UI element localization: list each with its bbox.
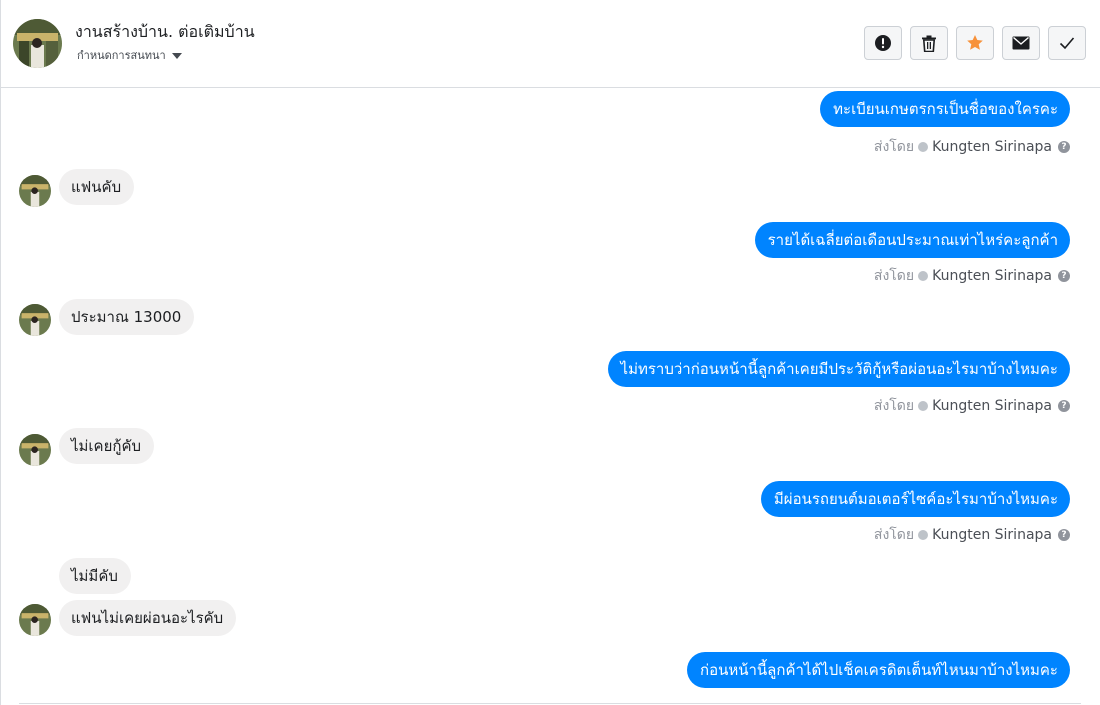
incoming-message[interactable]: แฟนคับ (59, 169, 135, 205)
sent-by-label: ส่งโดย Kungten Sirinapa ? (874, 524, 1070, 546)
star-button[interactable] (956, 26, 994, 60)
help-icon[interactable]: ? (1058, 529, 1070, 541)
page-avatar[interactable] (13, 19, 62, 68)
sender-name[interactable]: Kungten Sirinapa (932, 139, 1052, 155)
check-icon (1059, 37, 1075, 50)
verified-icon (918, 271, 929, 281)
help-icon[interactable]: ? (1058, 141, 1070, 153)
help-icon[interactable]: ? (1058, 400, 1070, 412)
header-actions (864, 26, 1086, 60)
star-icon (967, 35, 983, 50)
contact-avatar[interactable] (19, 175, 51, 207)
schedule-label: กำหนดการสนทนา (77, 49, 166, 62)
conversation-title: งานสร้างบ้าน. ต่อเติมบ้าน (75, 22, 255, 41)
outgoing-message[interactable]: รายได้เฉลี่ยต่อเดือนประมาณเท่าไหร่คะลูกค… (754, 222, 1070, 258)
composer-divider (19, 703, 1081, 704)
trash-icon (922, 35, 936, 52)
verified-icon (918, 401, 929, 411)
incoming-message[interactable]: แฟนไม่เคยผ่อนอะไรคับ (59, 600, 237, 636)
verified-icon (918, 142, 929, 152)
schedule-dropdown[interactable]: กำหนดการสนทนา (77, 46, 182, 64)
report-spam-button[interactable] (864, 26, 902, 60)
delete-button[interactable] (910, 26, 948, 60)
panel-border (0, 0, 1, 705)
sent-by-prefix: ส่งโดย (873, 268, 915, 284)
caret-down-icon (171, 52, 182, 59)
sent-by-prefix: ส่งโดย (873, 398, 915, 414)
sender-name[interactable]: Kungten Sirinapa (932, 527, 1052, 543)
incoming-message[interactable]: ไม่มีคับ (59, 558, 131, 594)
sent-by-label: ส่งโดย Kungten Sirinapa ? (874, 136, 1070, 158)
sent-by-prefix: ส่งโดย (873, 139, 915, 155)
sent-by-label: ส่งโดย Kungten Sirinapa ? (874, 395, 1070, 417)
conversation-header: งานสร้างบ้าน. ต่อเติมบ้าน กำหนดการสนทนา (1, 0, 1100, 88)
help-icon[interactable]: ? (1058, 270, 1070, 282)
sent-by-prefix: ส่งโดย (873, 527, 915, 543)
envelope-icon (1012, 36, 1030, 50)
outgoing-message[interactable]: ก่อนหน้านี้ลูกค้าได้ไปเช็คเครดิตเต็นท์ไห… (687, 652, 1070, 688)
incoming-message[interactable]: ประมาณ 13000 (59, 299, 195, 335)
sent-by-label: ส่งโดย Kungten Sirinapa ? (874, 265, 1070, 287)
verified-icon (918, 530, 929, 540)
contact-avatar[interactable] (19, 304, 51, 336)
incoming-message[interactable]: ไม่เคยกู้คับ (59, 428, 155, 464)
outgoing-message[interactable]: ไม่ทราบว่าก่อนหน้านี้ลูกค้าเคยมีประวัติก… (607, 351, 1070, 387)
mark-done-button[interactable] (1048, 26, 1086, 60)
contact-avatar[interactable] (19, 604, 51, 636)
mark-unread-button[interactable] (1002, 26, 1040, 60)
contact-avatar[interactable] (19, 434, 51, 466)
outgoing-message[interactable]: มีผ่อนรถยนต์มอเตอร์ไซค์อะไรมาบ้างไหมคะ (760, 481, 1070, 517)
sender-name[interactable]: Kungten Sirinapa (932, 398, 1052, 414)
sender-name[interactable]: Kungten Sirinapa (932, 268, 1052, 284)
outgoing-message[interactable]: ทะเบียนเกษตรกรเป็นชื่อของใครคะ (820, 91, 1070, 127)
alert-icon (875, 35, 891, 51)
